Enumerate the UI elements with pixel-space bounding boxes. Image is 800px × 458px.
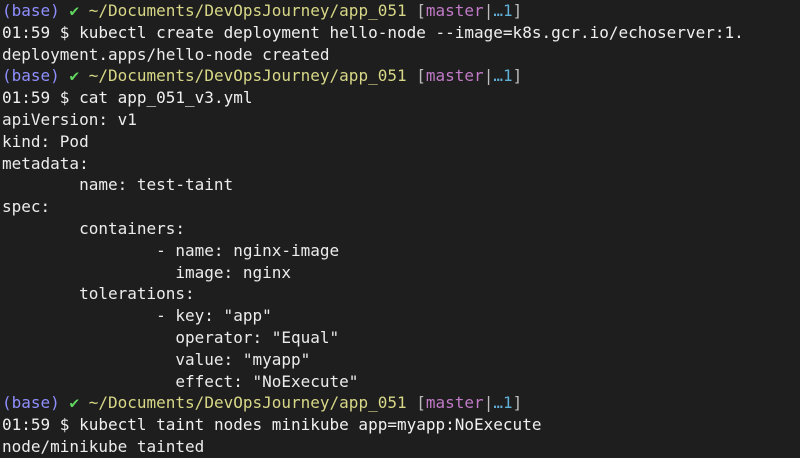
output-text: tolerations: [2, 284, 195, 304]
command-text: cat app_051_v3.yml [79, 88, 253, 108]
output-line: metadata: [2, 153, 800, 175]
output-text: kind: Pod [2, 131, 89, 151]
output-text: deployment.apps/hello-node created [2, 44, 330, 64]
output-text: spec: [2, 197, 51, 217]
conda-env-label: (base) [2, 393, 60, 413]
command-text: kubectl create deployment hello-node --i… [79, 22, 744, 42]
output-text: metadata: [2, 153, 89, 173]
success-check-icon: ✔ [69, 1, 80, 20]
output-text: value: "myapp" [2, 349, 311, 369]
output-text: - key: "app" [2, 306, 272, 326]
git-ahead-count: …1 [493, 393, 513, 413]
output-line: image: nginx [2, 262, 800, 284]
command-line: 01:59 $ cat app_051_v3.yml [2, 87, 800, 109]
conda-env-label: (base) [2, 66, 60, 86]
command-time: 01:59 [2, 22, 51, 42]
output-text: effect: "NoExecute" [2, 371, 359, 391]
output-line: apiVersion: v1 [2, 109, 800, 131]
output-line: containers: [2, 218, 800, 240]
command-time: 01:59 [2, 88, 51, 108]
output-text: - name: nginx-image [2, 240, 340, 260]
output-text: image: nginx [2, 262, 291, 282]
working-directory: ~/Documents/DevOpsJourney/app_051 [88, 66, 407, 86]
git-bracket-close: ] [512, 66, 523, 86]
output-text: containers: [2, 218, 186, 238]
success-check-icon: ✔ [69, 393, 80, 413]
command-line: 01:59 $ kubectl taint nodes minikube app… [2, 414, 800, 436]
prompt-line: (base) ✔ ~/Documents/DevOpsJourney/app_0… [2, 0, 800, 22]
output-line: - key: "app" [2, 305, 800, 327]
command-symbol: $ [50, 22, 80, 42]
git-separator: | [483, 66, 494, 86]
prompt-line: (base) ✔ ~/Documents/DevOpsJourney/app_0… [2, 392, 800, 414]
output-line: operator: "Equal" [2, 327, 800, 349]
command-symbol: $ [50, 88, 80, 108]
output-line: tolerations: [2, 283, 800, 305]
git-bracket-open: [ [416, 1, 426, 20]
git-ahead-count: …1 [493, 66, 513, 86]
output-text: operator: "Equal" [2, 327, 340, 347]
git-branch: master [425, 1, 484, 20]
output-text: name: test-taint [2, 175, 234, 195]
git-separator: | [483, 1, 494, 20]
output-line: deployment.apps/hello-node created [2, 44, 800, 66]
git-bracket-open: [ [416, 66, 426, 86]
output-line: value: "myapp" [2, 349, 800, 371]
success-check-icon: ✔ [69, 66, 80, 86]
output-line: node/minikube tainted [2, 436, 800, 458]
git-branch: master [425, 393, 484, 413]
command-text: kubectl taint nodes minikube app=myapp:N… [79, 415, 542, 435]
conda-env-label: (base) [2, 1, 60, 20]
command-line: 01:59 $ kubectl create deployment hello-… [2, 22, 800, 44]
terminal-window[interactable]: (base) ✔ ~/Documents/DevOpsJourney/app_0… [0, 0, 800, 458]
output-line: spec: [2, 196, 800, 218]
output-line: effect: "NoExecute" [2, 371, 800, 393]
git-ahead-count: …1 [493, 1, 513, 20]
git-branch: master [425, 66, 484, 86]
command-time: 01:59 [2, 415, 51, 435]
command-symbol: $ [50, 415, 80, 435]
working-directory: ~/Documents/DevOpsJourney/app_051 [88, 1, 407, 20]
working-directory: ~/Documents/DevOpsJourney/app_051 [88, 393, 407, 413]
git-separator: | [483, 393, 494, 413]
output-text: apiVersion: v1 [2, 109, 137, 129]
git-bracket-close: ] [512, 393, 523, 413]
prompt-line: (base) ✔ ~/Documents/DevOpsJourney/app_0… [2, 65, 800, 87]
output-line: name: test-taint [2, 174, 800, 196]
git-bracket-close: ] [512, 1, 523, 20]
git-bracket-open: [ [416, 393, 426, 413]
output-line: kind: Pod [2, 131, 800, 153]
output-text: node/minikube tainted [2, 436, 205, 456]
output-line: - name: nginx-image [2, 240, 800, 262]
